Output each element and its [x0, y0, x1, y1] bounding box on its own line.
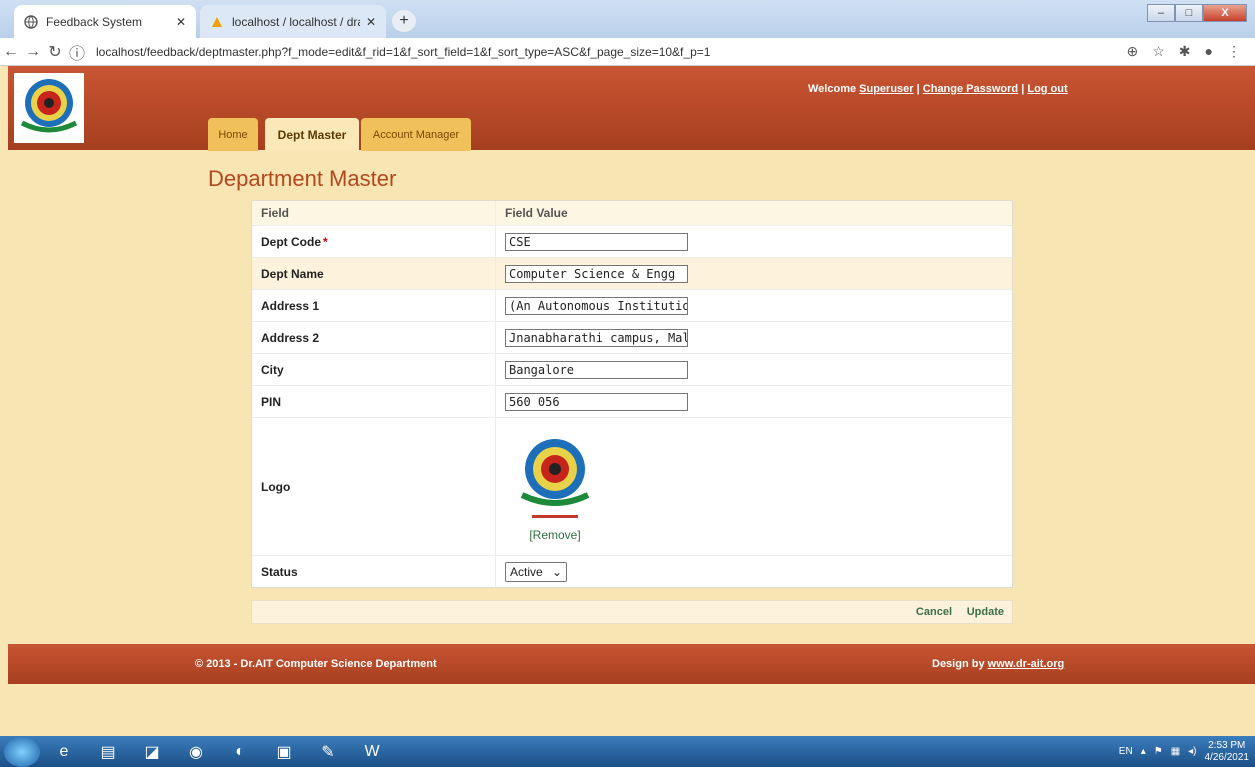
- pin-label: PIN: [252, 386, 496, 417]
- page-title: Department Master: [208, 166, 397, 191]
- address1-input[interactable]: (An Autonomous Institution, Aid: [505, 296, 688, 315]
- browser-tab-strip: Feedback System ✕ localhost / localhost …: [0, 0, 1255, 38]
- form-row-address2: Address 2 Jnanabharathi campus, Mallatha: [252, 321, 1012, 353]
- explorer-icon[interactable]: ▤: [88, 738, 128, 766]
- dept-code-input[interactable]: CSE: [505, 232, 688, 251]
- remove-logo-link[interactable]: [Remove]: [505, 528, 605, 542]
- globe-icon: [24, 14, 38, 29]
- site-footer: © 2013 - Dr.AIT Computer Science Departm…: [8, 644, 1255, 684]
- status-label: Status: [252, 556, 496, 587]
- design-credit: Design by www.dr-ait.org: [932, 658, 1064, 670]
- address1-label: Address 1: [252, 290, 496, 321]
- extensions-icon[interactable]: ✱: [1179, 43, 1191, 60]
- clock[interactable]: 2:53 PM 4/26/2021: [1205, 740, 1250, 764]
- welcome-bar: Welcome Superuser | Change Password | Lo…: [808, 83, 1068, 95]
- site-header: Welcome Superuser | Change Password | Lo…: [8, 66, 1255, 153]
- required-mark: *: [323, 234, 328, 249]
- bookmark-star-icon[interactable]: ☆: [1152, 43, 1165, 60]
- tab-feedback-system[interactable]: Feedback System ✕: [14, 5, 196, 38]
- dept-name-label: Dept Name: [252, 258, 496, 289]
- action-bar: Cancel Update: [251, 600, 1013, 624]
- dept-name-input[interactable]: Computer Science & Engg: [505, 264, 688, 283]
- address2-label: Address 2: [252, 322, 496, 353]
- status-value: Active: [510, 564, 543, 579]
- city-input[interactable]: Bangalore: [505, 360, 688, 379]
- dept-form: Field Field Value Dept Code * CSE Dept Na…: [251, 200, 1013, 588]
- menu-tab-home[interactable]: Home: [208, 118, 258, 151]
- menu-tab-dept-master[interactable]: Dept Master: [265, 118, 359, 151]
- label-text: Dept Code: [261, 234, 321, 249]
- firefox-icon[interactable]: ◐: [220, 738, 260, 766]
- form-header-row: Field Field Value: [252, 201, 1012, 225]
- separator: |: [1021, 83, 1025, 95]
- paint-icon[interactable]: ✎: [308, 738, 348, 766]
- logo-label: Logo: [252, 418, 496, 555]
- maximize-button[interactable]: □: [1175, 4, 1203, 22]
- chevron-down-icon: ⌄: [551, 564, 562, 579]
- status-select[interactable]: Active ⌄: [505, 561, 567, 582]
- logo-preview: [Remove]: [505, 431, 605, 542]
- close-tab-icon[interactable]: ✕: [176, 15, 186, 29]
- address-bar: ← → ↻ ⓘ localhost/feedback/deptmaster.ph…: [0, 38, 1255, 66]
- dept-logo-image: [512, 431, 598, 523]
- language-indicator[interactable]: EN: [1119, 746, 1133, 757]
- institute-logo: [14, 73, 94, 153]
- update-button[interactable]: Update: [967, 606, 1004, 618]
- city-label: City: [252, 354, 496, 385]
- window-controls: – □ X: [1147, 4, 1247, 22]
- system-tray: EN ▴ ⚑ ▦ ◂) 2:53 PM 4/26/2021: [1119, 736, 1249, 767]
- address2-input[interactable]: Jnanabharathi campus, Mallatha: [505, 328, 688, 347]
- form-row-dept-code: Dept Code * CSE: [252, 225, 1012, 257]
- col-field-header: Field: [252, 201, 496, 225]
- network-icon[interactable]: ▦: [1171, 746, 1180, 757]
- dept-code-label: Dept Code *: [252, 226, 496, 257]
- cancel-button[interactable]: Cancel: [916, 606, 952, 618]
- phpmyadmin-icon: [210, 15, 224, 29]
- back-icon[interactable]: ←: [0, 43, 22, 61]
- office-icon[interactable]: ▣: [264, 738, 304, 766]
- change-password-link[interactable]: Change Password: [923, 83, 1018, 95]
- menu-tab-account-manager[interactable]: Account Manager: [361, 118, 471, 151]
- word-icon[interactable]: W: [352, 738, 392, 766]
- form-row-logo: Logo [Remove]: [252, 417, 1012, 555]
- flag-icon[interactable]: ⚑: [1154, 746, 1163, 757]
- reload-icon[interactable]: ↻: [44, 42, 66, 62]
- tab-title: localhost / localhost / drait / dra: [232, 14, 360, 29]
- tray-arrow-icon[interactable]: ▴: [1141, 746, 1146, 757]
- info-icon[interactable]: ⓘ: [66, 40, 88, 64]
- menu-icon[interactable]: ⋮: [1227, 43, 1241, 60]
- col-value-header: Field Value: [505, 206, 568, 220]
- welcome-text: Welcome: [808, 83, 857, 95]
- separator: |: [916, 83, 920, 95]
- close-window-button[interactable]: X: [1203, 4, 1247, 22]
- design-link[interactable]: www.dr-ait.org: [988, 658, 1065, 670]
- form-row-dept-name: Dept Name Computer Science & Engg: [252, 257, 1012, 289]
- design-prefix: Design by: [932, 658, 985, 670]
- form-row-status: Status Active ⌄: [252, 555, 1012, 587]
- forward-icon[interactable]: →: [22, 43, 44, 61]
- tab-title: Feedback System: [46, 14, 143, 29]
- minimize-button[interactable]: –: [1147, 4, 1175, 22]
- form-row-city: City Bangalore: [252, 353, 1012, 385]
- tab-phpmyadmin[interactable]: localhost / localhost / drait / dra ✕: [200, 5, 386, 38]
- date: 4/26/2021: [1204, 751, 1250, 763]
- ie-icon[interactable]: e: [44, 738, 84, 766]
- start-button[interactable]: [4, 736, 40, 767]
- copyright-text: © 2013 - Dr.AIT Computer Science Departm…: [195, 658, 437, 670]
- taskbar: e ▤ ◪ ◉ ◐ ▣ ✎ W EN ▴ ⚑ ▦ ◂) 2:53 PM 4/26…: [0, 736, 1255, 767]
- form-row-pin: PIN 560 056: [252, 385, 1012, 417]
- zoom-icon[interactable]: ⊕: [1127, 43, 1139, 60]
- chrome-icon[interactable]: ◉: [176, 738, 216, 766]
- profile-icon[interactable]: ●: [1205, 43, 1213, 60]
- media-icon[interactable]: ◪: [132, 738, 172, 766]
- pin-input[interactable]: 560 056: [505, 392, 688, 411]
- form-row-address1: Address 1 (An Autonomous Institution, Ai…: [252, 289, 1012, 321]
- user-link[interactable]: Superuser: [859, 83, 913, 95]
- volume-icon[interactable]: ◂): [1188, 746, 1196, 757]
- new-tab-button[interactable]: +: [392, 10, 416, 32]
- url-field[interactable]: localhost/feedback/deptmaster.php?f_mode…: [96, 45, 1127, 59]
- logout-link[interactable]: Log out: [1027, 83, 1067, 95]
- close-tab-icon[interactable]: ✕: [366, 15, 376, 29]
- time: 2:53 PM: [1208, 739, 1246, 751]
